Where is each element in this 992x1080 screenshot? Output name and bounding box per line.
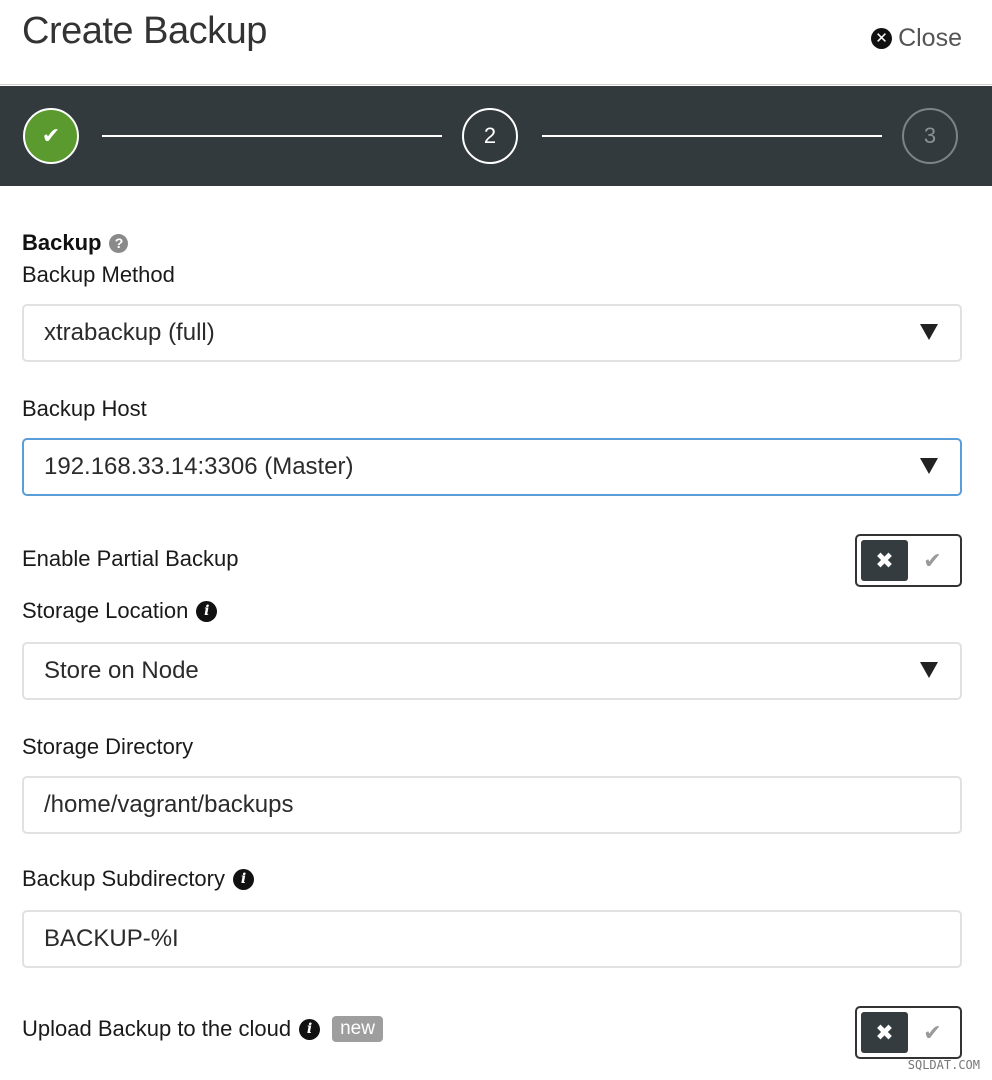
question-circle-icon[interactable]: ?	[109, 233, 129, 253]
step-3-pending: 3	[902, 108, 958, 164]
storage-directory-label: Storage Directory	[22, 734, 194, 759]
header-divider	[0, 84, 992, 85]
backup-subdirectory-input[interactable]: BACKUP-%I	[22, 910, 962, 968]
section-title-text: Backup	[22, 230, 102, 255]
partial-backup-label: Enable Partial Backup	[22, 546, 239, 571]
storage-directory-input[interactable]: /home/vagrant/backups	[22, 776, 962, 834]
watermark: SQLDAT.COM	[907, 1058, 980, 1072]
close-button[interactable]: ✕ Close	[871, 24, 962, 53]
info-icon[interactable]: i	[233, 868, 254, 890]
info-icon[interactable]: i	[299, 1018, 321, 1040]
backup-subdirectory-label-row: Backup Subdirectory i	[22, 866, 254, 892]
toggle-off-icon[interactable]: ✖	[861, 540, 908, 581]
backup-subdirectory-label: Backup Subdirectory	[22, 866, 225, 891]
step-number: 2	[483, 123, 497, 148]
backup-subdirectory-value: BACKUP-%I	[44, 925, 179, 952]
backup-method-value: xtrabackup (full)	[44, 319, 215, 346]
section-title: Backup ?	[22, 230, 129, 256]
toggle-on-icon[interactable]: ✔	[909, 1012, 956, 1053]
backup-method-select[interactable]: xtrabackup (full)	[22, 304, 962, 362]
toggle-on-icon[interactable]: ✔	[909, 540, 956, 581]
backup-host-label: Backup Host	[22, 396, 147, 421]
toggle-off-icon[interactable]: ✖	[861, 1012, 908, 1053]
storage-directory-value: /home/vagrant/backups	[44, 791, 294, 818]
check-icon: ✔	[41, 123, 61, 148]
info-icon[interactable]: i	[196, 600, 218, 622]
step-2-active[interactable]: 2	[462, 108, 518, 164]
step-connector	[542, 135, 882, 137]
upload-cloud-toggle[interactable]: ✖ ✔	[855, 1006, 962, 1059]
backup-method-label: Backup Method	[22, 262, 175, 287]
upload-cloud-label: Upload Backup to the cloud	[22, 1016, 292, 1041]
page-title: Create Backup	[22, 10, 267, 52]
step-1-complete[interactable]: ✔	[23, 108, 79, 164]
step-number: 3	[923, 123, 937, 148]
backup-host-select[interactable]: 192.168.33.14:3306 (Master)	[22, 438, 962, 496]
storage-location-label: Storage Location	[22, 598, 189, 623]
close-label[interactable]: Close	[898, 24, 962, 53]
caret-down-icon	[920, 458, 938, 474]
backup-host-value: 192.168.33.14:3306 (Master)	[44, 453, 354, 480]
step-connector	[102, 135, 442, 137]
new-badge: new	[332, 1016, 383, 1042]
storage-location-value: Store on Node	[44, 657, 199, 684]
times-circle-icon[interactable]: ✕	[871, 28, 893, 49]
upload-cloud-label-row: Upload Backup to the cloud i new	[22, 1016, 383, 1042]
storage-location-select[interactable]: Store on Node	[22, 642, 962, 700]
caret-down-icon	[920, 324, 938, 340]
storage-location-label-row: Storage Location i	[22, 598, 218, 624]
partial-backup-toggle[interactable]: ✖ ✔	[855, 534, 962, 587]
wizard-stepper: ✔ 2 3	[0, 86, 992, 186]
caret-down-icon	[920, 662, 938, 678]
